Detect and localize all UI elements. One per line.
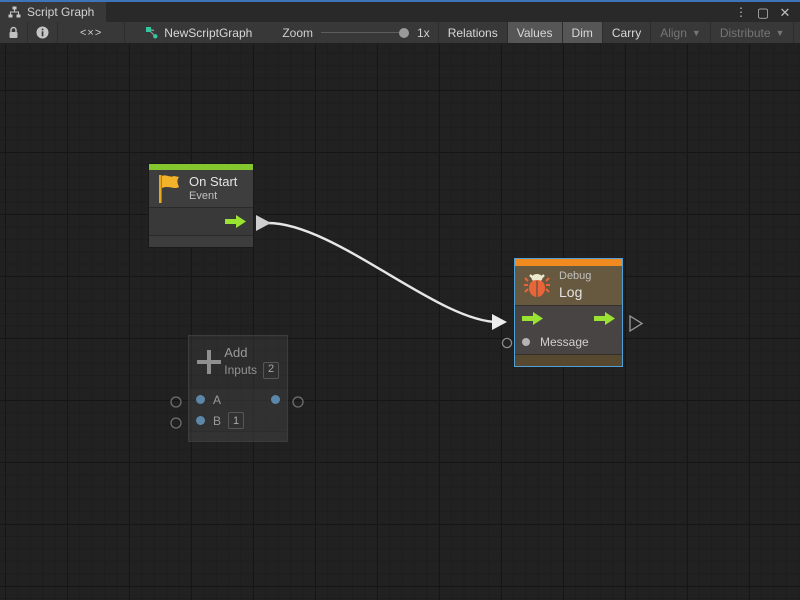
- inputs-control: Inputs 2: [224, 362, 279, 379]
- wire-end-arrow: [492, 314, 507, 330]
- zoom-value: 1x: [417, 26, 430, 40]
- flag-icon: [157, 174, 181, 203]
- wire-start-arrow: [256, 215, 271, 231]
- node-title: On Start: [189, 174, 237, 190]
- value-out-port-icon[interactable]: [271, 395, 280, 404]
- graph-hierarchy-icon: [8, 6, 21, 18]
- port-label: A: [213, 393, 221, 407]
- node-context: Debug: [559, 270, 591, 284]
- ghost-port-a-outer: [171, 397, 181, 407]
- port-label: B: [213, 414, 221, 428]
- node-on-start[interactable]: On Start Event: [148, 163, 254, 248]
- node-header: Debug Log: [515, 266, 622, 306]
- node-titles: Debug Log: [559, 270, 591, 301]
- graph-canvas[interactable]: On Start Event: [0, 44, 800, 600]
- node-title: Log: [559, 284, 591, 302]
- maximize-icon[interactable]: ▢: [754, 3, 772, 21]
- tab-bar: Script Graph ⋮ ▢ ✕: [0, 2, 800, 22]
- info-icon: [36, 26, 49, 39]
- node-port-row: [149, 208, 253, 236]
- window-controls: ⋮ ▢ ✕: [732, 2, 800, 22]
- chevron-down-icon: ▼: [776, 28, 785, 38]
- node-add-ghost[interactable]: Add Inputs 2 A B 1: [188, 335, 288, 442]
- debug-message-outer-port: [502, 338, 511, 347]
- tab-title: Script Graph: [27, 5, 94, 19]
- lock-button[interactable]: [0, 22, 28, 43]
- node-titles: Add Inputs 2: [224, 345, 279, 378]
- inputs-label: Inputs: [224, 363, 257, 378]
- node-footer: [189, 431, 287, 441]
- carry-button[interactable]: Carry: [602, 22, 650, 43]
- trigger-in-port-icon[interactable]: [522, 312, 543, 325]
- ghost-port-out-outer: [293, 397, 303, 407]
- code-icon: <×>: [80, 27, 102, 39]
- node-accent-bar: [515, 259, 622, 266]
- plus-icon: [197, 350, 214, 374]
- tab-script-graph[interactable]: Script Graph: [0, 2, 106, 22]
- overview-button[interactable]: Overview: [793, 22, 800, 43]
- value-in-port-icon[interactable]: [522, 338, 530, 346]
- node-port-row-a: A: [189, 389, 287, 410]
- node-header: Add Inputs 2: [189, 336, 287, 389]
- value-in-port-icon[interactable]: [196, 395, 205, 404]
- node-footer: [515, 354, 622, 366]
- bug-icon: [523, 272, 551, 299]
- value-in-port-icon[interactable]: [196, 416, 205, 425]
- connection-layer: [0, 44, 800, 600]
- graph-name: NewScriptGraph: [164, 26, 252, 40]
- node-debug-log[interactable]: Debug Log Message: [514, 258, 623, 367]
- info-button[interactable]: [28, 22, 58, 43]
- align-dropdown[interactable]: Align ▼: [650, 22, 710, 43]
- node-subtitle: Event: [189, 190, 237, 204]
- graph-reference[interactable]: NewScriptGraph: [125, 22, 262, 43]
- dim-button[interactable]: Dim: [562, 22, 602, 43]
- lock-icon: [8, 26, 19, 39]
- script-graph-asset-icon: [145, 26, 158, 39]
- toolbar-toggle-group: Relations Values Dim Carry Align ▼ Distr…: [438, 22, 800, 43]
- port-b-value-field[interactable]: 1: [228, 412, 244, 429]
- ghost-port-b-outer: [171, 418, 181, 428]
- trigger-out-port-icon[interactable]: [594, 312, 615, 325]
- window-menu-icon[interactable]: ⋮: [732, 3, 750, 21]
- zoom-label: Zoom: [282, 26, 313, 40]
- zoom-slider-track: [321, 32, 409, 33]
- window-focus-indicator: [0, 0, 800, 2]
- edit-script-button[interactable]: <×>: [58, 22, 125, 43]
- graph-toolbar: <×> NewScriptGraph Zoom 1x Relations Val…: [0, 22, 800, 44]
- zoom-slider[interactable]: [321, 27, 409, 39]
- inputs-count-field[interactable]: 2: [263, 362, 279, 379]
- script-graph-window: Script Graph ⋮ ▢ ✕ <×>: [0, 0, 800, 600]
- port-label: Message: [540, 335, 589, 349]
- node-trigger-row: [515, 306, 622, 330]
- close-icon[interactable]: ✕: [776, 3, 794, 21]
- values-button[interactable]: Values: [507, 22, 562, 43]
- node-footer: [149, 236, 253, 247]
- node-titles: On Start Event: [189, 174, 237, 204]
- connection-wire: [268, 223, 498, 322]
- node-port-row-b: B 1: [189, 410, 287, 431]
- distribute-dropdown[interactable]: Distribute ▼: [710, 22, 794, 43]
- trigger-out-port-icon[interactable]: [225, 215, 246, 228]
- debug-trigger-out-port: [630, 316, 642, 331]
- zoom-control: Zoom 1x: [262, 22, 437, 43]
- node-message-row: Message: [515, 330, 622, 354]
- chevron-down-icon: ▼: [692, 28, 701, 38]
- relations-button[interactable]: Relations: [438, 22, 507, 43]
- zoom-slider-thumb[interactable]: [399, 28, 409, 38]
- node-header: On Start Event: [149, 170, 253, 208]
- node-title: Add: [224, 345, 279, 361]
